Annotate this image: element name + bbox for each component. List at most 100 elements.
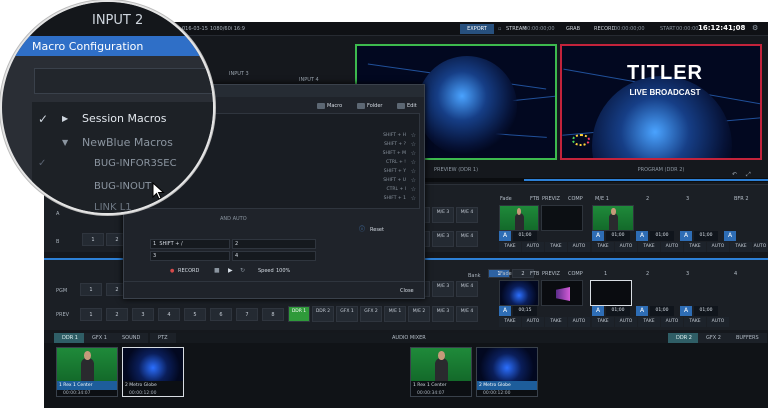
macro-link-l1[interactable]: LINK L1 — [94, 203, 132, 213]
prev-button-1[interactable]: 1 — [80, 308, 102, 321]
src-me4[interactable]: M/E 4 — [456, 207, 478, 223]
transition-thumb-2[interactable] — [541, 205, 583, 231]
new-folder-button[interactable]: Folder — [356, 101, 382, 111]
main-auto-button-5[interactable]: AUTO — [707, 317, 729, 327]
program-monitor[interactable]: TITLER LIVE BROADCAST — [560, 44, 762, 160]
prev-gfx2[interactable]: GFX 2 — [360, 306, 382, 322]
macro-shortcut[interactable]: SHIFT + 1 ☆ — [300, 194, 418, 203]
macro-shortcut[interactable]: SHIFT + H ☆ — [300, 131, 418, 140]
auto-button-5[interactable]: AUTO — [707, 242, 729, 252]
grab-button[interactable]: GRAB — [566, 27, 580, 32]
src-me3[interactable]: M/E 3 — [432, 207, 454, 223]
prev-me1[interactable]: M/E 1 — [384, 306, 406, 322]
edit-button[interactable]: Edit — [396, 101, 417, 111]
prev-button-3[interactable]: 3 — [132, 308, 154, 321]
undo-icon[interactable]: ↶ — [732, 172, 737, 178]
bfr2-select[interactable]: BFR 2 — [734, 197, 749, 202]
time-display-1[interactable]: 01;00 — [513, 231, 537, 241]
macro-bug-inout[interactable]: BUG-INOUT — [94, 182, 151, 192]
main-select-4[interactable]: 4 — [734, 272, 737, 277]
select-3[interactable]: 3 — [686, 197, 689, 202]
prev-gfx1[interactable]: GFX 1 — [336, 306, 358, 322]
expand-arrow-icon[interactable]: ▶ — [62, 115, 68, 123]
prev-me2[interactable]: M/E 2 — [408, 306, 430, 322]
ddr2-media-item-1[interactable]: 1 Rex 1 Center 00:00:34:07 — [410, 347, 472, 397]
macro-shortcut[interactable]: SHIFT + Y ☆ — [300, 167, 418, 176]
take-button-6[interactable]: TAKE — [730, 242, 752, 252]
main-time-display-1[interactable]: 00;15 — [513, 306, 537, 316]
macro-shortcut[interactable]: SHIFT + ? ☆ — [300, 140, 418, 149]
newblue-macros-folder[interactable]: NewBlue Macros — [82, 137, 173, 148]
row-b-button-1[interactable]: 1 — [82, 233, 104, 246]
main-channel-thumb[interactable] — [590, 280, 632, 306]
macro-slot-3[interactable]: 3 — [150, 251, 230, 261]
main-auto-button[interactable]: AUTO — [522, 317, 544, 327]
pgm-me4[interactable]: M/E 4 — [456, 281, 478, 297]
info-icon[interactable]: ⓘ — [359, 227, 365, 233]
macro-bug-infor3sec[interactable]: BUG-INFOR3SEC — [94, 159, 177, 169]
channel-thumb-1[interactable] — [592, 205, 634, 231]
prev-me3[interactable]: M/E 3 — [432, 306, 454, 322]
play-icon[interactable]: ▶ — [228, 268, 233, 274]
main-transition-thumb[interactable] — [499, 280, 539, 306]
main-take-button-3[interactable]: TAKE — [592, 317, 614, 327]
main-take-button-5[interactable]: TAKE — [684, 317, 706, 327]
ftb-button-main[interactable]: FTB — [530, 272, 539, 277]
main-select-3[interactable]: 3 — [686, 272, 689, 277]
prev-button-2[interactable]: 2 — [106, 308, 128, 321]
macro-slot-4[interactable]: 4 — [232, 251, 316, 261]
fullscreen-icon[interactable]: ⤢ — [746, 172, 751, 178]
record-label[interactable]: RECORD — [594, 27, 615, 32]
main-auto-button-4[interactable]: AUTO — [661, 317, 683, 327]
fade-label[interactable]: Fade — [500, 197, 512, 202]
take-button-4[interactable]: TAKE — [638, 242, 660, 252]
take-button-5[interactable]: TAKE — [684, 242, 706, 252]
macro-slot-2[interactable]: 2 — [232, 239, 316, 249]
macro-shortcut[interactable]: CTRL + I ☆ — [300, 185, 418, 194]
tab-gfx1[interactable]: GFX 1 — [84, 333, 115, 343]
stop-icon[interactable]: ■ — [214, 268, 220, 274]
close-button[interactable]: Close — [400, 289, 414, 294]
macro-shortcut[interactable]: SHIFT + M ☆ — [300, 149, 418, 158]
auto-button-2[interactable]: AUTO — [568, 242, 590, 252]
prev-ddr2[interactable]: DDR 2 — [312, 306, 334, 322]
comp-button-main[interactable]: COMP — [568, 272, 583, 277]
new-macro-button[interactable]: Macro — [316, 101, 342, 111]
ddr2-media-item-2[interactable]: 2 Metro Globe 00:00:12:00 — [476, 347, 538, 397]
tab-ddr1[interactable]: DDR 1 — [54, 333, 86, 343]
pgm-button-1[interactable]: 1 — [80, 283, 102, 296]
tab-gfx2[interactable]: GFX 2 — [698, 333, 729, 343]
ddr1-media-item-1[interactable]: 1 Rex 1 Center 00:00:34:07 — [56, 347, 118, 397]
reset-button[interactable]: Reset — [370, 228, 384, 233]
previz-button[interactable]: PREVIZ — [542, 197, 560, 202]
loop-icon[interactable]: ↻ — [240, 268, 245, 274]
select-2[interactable]: 2 — [646, 197, 649, 202]
macro-slot-1[interactable]: 1 SHIFT + / — [150, 239, 230, 249]
comp-button[interactable]: COMP — [568, 197, 583, 202]
prev-button-5[interactable]: 5 — [184, 308, 206, 321]
prev-ddr1-active[interactable]: DDR 1 — [288, 306, 310, 322]
tab-audio-mixer[interactable]: AUDIO MIXER — [384, 333, 434, 343]
tab-sound[interactable]: SOUND — [114, 333, 149, 343]
pgm-me3[interactable]: M/E 3 — [432, 281, 454, 297]
main-take-button-4[interactable]: TAKE — [638, 317, 660, 327]
settings-gear-icon[interactable]: ⚙ — [752, 25, 758, 32]
main-time-display-4[interactable]: 01;00 — [694, 306, 718, 316]
collapse-arrow-icon[interactable]: ▼ — [62, 139, 68, 147]
time-display-2[interactable]: 01;00 — [606, 231, 630, 241]
take-button-3[interactable]: TAKE — [592, 242, 614, 252]
src-b-me3[interactable]: M/E 3 — [432, 231, 454, 247]
prev-button-6[interactable]: 6 — [210, 308, 232, 321]
take-button-2[interactable]: TAKE — [545, 242, 567, 252]
export-button[interactable]: EXPORT — [460, 24, 494, 34]
tab-ddr2[interactable]: DDR 2 — [668, 333, 700, 343]
me1-select[interactable]: M/E 1 — [595, 197, 609, 202]
src-b-me4[interactable]: M/E 4 — [456, 231, 478, 247]
time-display-4[interactable]: 01;00 — [694, 231, 718, 241]
speed-value[interactable]: 100% — [276, 269, 290, 274]
main-take-button-2[interactable]: TAKE — [545, 317, 567, 327]
auto-button-3[interactable]: AUTO — [615, 242, 637, 252]
prev-button-4[interactable]: 4 — [158, 308, 180, 321]
macro-shortcut[interactable]: CTRL + ! ☆ — [300, 158, 418, 167]
auto-button[interactable]: AUTO — [522, 242, 544, 252]
